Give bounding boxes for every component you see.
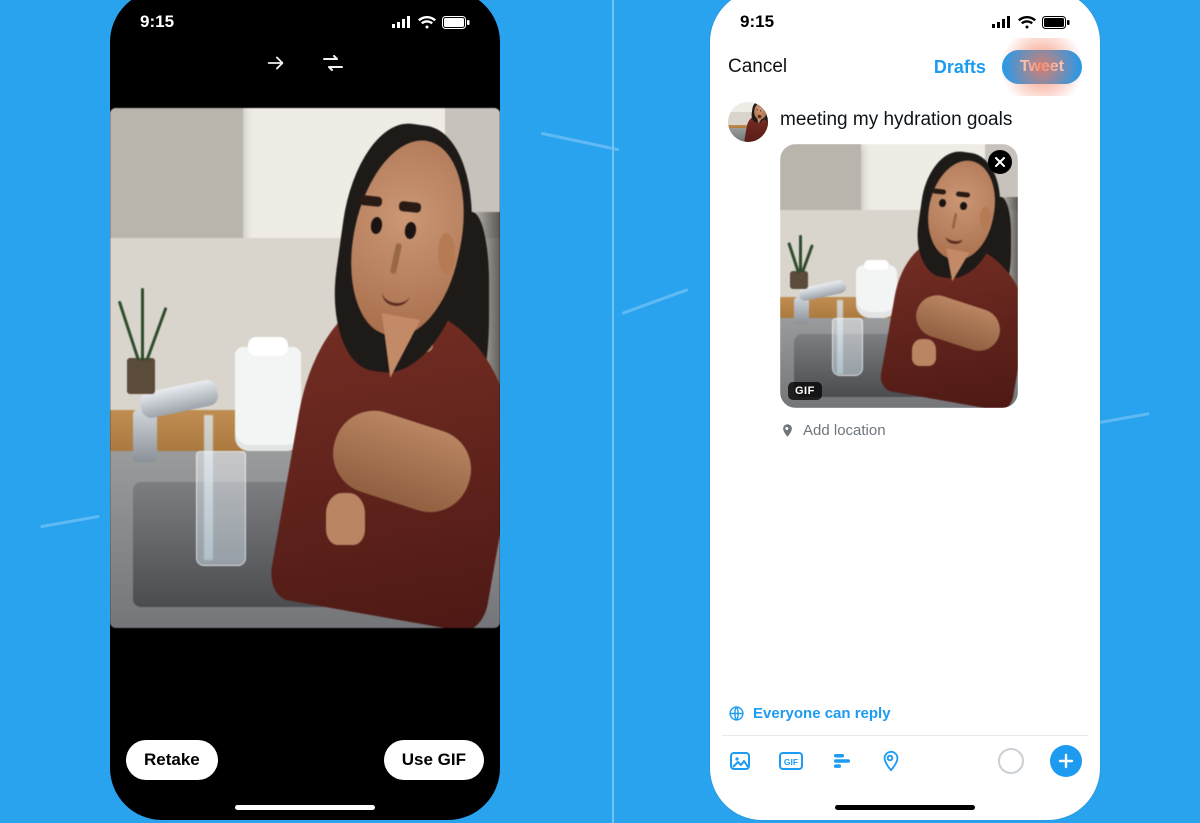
close-icon [995, 157, 1005, 167]
retake-button[interactable]: Retake [126, 740, 218, 780]
drafts-button[interactable]: Drafts [934, 57, 986, 78]
svg-text:GIF: GIF [784, 757, 798, 767]
home-indicator [835, 805, 975, 810]
phone-tweet-composer: 9:15 Cancel Drafts Tweet [710, 0, 1100, 820]
cancel-button[interactable]: Cancel [728, 56, 787, 78]
status-time: 9:15 [740, 12, 774, 32]
remove-media-button[interactable] [988, 150, 1012, 174]
canvas: 9:15 [0, 0, 1200, 823]
plus-icon [1058, 753, 1074, 769]
camera-top-controls [110, 52, 500, 74]
reply-scope-label: Everyone can reply [753, 705, 891, 722]
location-pin-icon [780, 423, 795, 438]
status-time: 9:15 [140, 12, 174, 32]
poll-icon[interactable] [830, 749, 854, 773]
compose-toolbar: GIF [722, 738, 1088, 784]
location-icon[interactable] [880, 749, 902, 773]
wifi-icon [418, 16, 436, 29]
captured-gif-preview [110, 108, 500, 628]
tweet-button[interactable]: Tweet [1002, 50, 1082, 84]
reply-scope-button[interactable]: Everyone can reply [728, 705, 891, 722]
status-bar: 9:15 [110, 6, 500, 38]
status-bar: 9:15 [710, 6, 1100, 38]
use-gif-button[interactable]: Use GIF [384, 740, 484, 780]
globe-icon [728, 705, 745, 722]
char-count-ring [998, 748, 1024, 774]
cellular-icon [392, 16, 412, 28]
add-thread-button[interactable] [1050, 745, 1082, 777]
battery-icon [1042, 16, 1070, 29]
add-location-label: Add location [803, 422, 886, 439]
attached-media[interactable]: GIF [780, 144, 1018, 408]
gif-badge: GIF [788, 382, 822, 400]
avatar[interactable] [728, 102, 768, 142]
toolbar-separator [722, 735, 1088, 736]
cellular-icon [992, 16, 1012, 28]
wifi-icon [1018, 16, 1036, 29]
status-indicators [392, 16, 470, 29]
panel-divider [612, 0, 614, 823]
add-location-button[interactable]: Add location [780, 422, 886, 439]
compose-text[interactable]: meeting my hydration goals [780, 102, 1012, 133]
forward-arrow-icon[interactable] [265, 52, 287, 74]
phone-camera-review: 9:15 [110, 0, 500, 820]
tweet-button-label: Tweet [1020, 58, 1064, 75]
home-indicator [235, 805, 375, 810]
battery-icon [442, 16, 470, 29]
gif-icon[interactable]: GIF [778, 749, 804, 773]
media-icon[interactable] [728, 749, 752, 773]
switch-camera-icon[interactable] [321, 52, 345, 74]
status-indicators [992, 16, 1070, 29]
